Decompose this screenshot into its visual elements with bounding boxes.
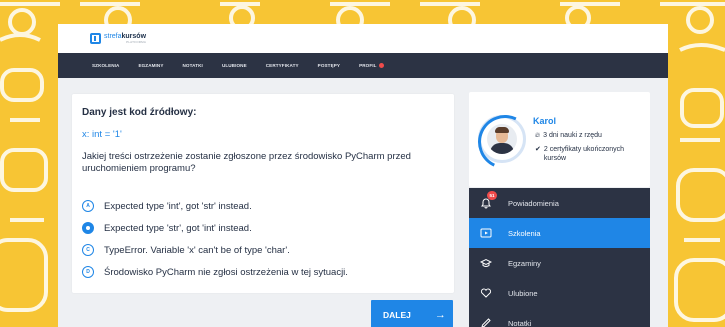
notification-dot bbox=[378, 63, 384, 69]
menu-label-szkolenia: Szkolenia bbox=[508, 228, 541, 238]
nav-item-certyfikaty[interactable]: CERTYFIKATY bbox=[266, 63, 299, 68]
answer-text-a: Expected type 'int', got 'str' instead. bbox=[104, 200, 252, 212]
certs-text: 2 certyfikaty ukończonych kursów bbox=[543, 146, 625, 162]
nav-item-szkolenia[interactable]: SZKOLENIA bbox=[92, 63, 119, 68]
side-menu: 51 Powiadomienia Szkolenia Egzaminy Ulub… bbox=[469, 188, 650, 327]
top-bar: strefakursów PLATFORMA bbox=[58, 24, 668, 53]
notification-badge: 51 bbox=[487, 191, 497, 200]
menu-label-notatki: Notatki bbox=[508, 318, 532, 327]
menu-item-szkolenia[interactable]: Szkolenia bbox=[469, 218, 650, 248]
brand-subtitle: PLATFORMA bbox=[126, 40, 147, 44]
radio-b[interactable]: B bbox=[82, 222, 94, 234]
answer-text-c: TypeError. Variable 'x' can't be of type… bbox=[104, 244, 290, 256]
next-button[interactable]: DALEJ → bbox=[371, 300, 453, 327]
flame-icon: 🔥︎ bbox=[535, 132, 541, 139]
question-card: Dany jest kod źródłowy: x: int = '1' Jak… bbox=[72, 94, 454, 293]
menu-item-ulubione[interactable]: Ulubione bbox=[469, 278, 650, 308]
streak-text: 3 dni nauki z rzędu bbox=[543, 132, 602, 139]
progress-ring bbox=[478, 115, 526, 163]
check-badge-icon: ✔ bbox=[535, 146, 541, 153]
nav-item-postepy[interactable]: POSTĘPY bbox=[318, 63, 340, 68]
answer-option-b[interactable]: B Expected type 'str', got 'int' instead… bbox=[82, 222, 252, 234]
radio-d[interactable]: D bbox=[82, 266, 94, 278]
pencil-icon bbox=[479, 316, 493, 327]
radio-c[interactable]: C bbox=[82, 244, 94, 256]
profile-card: Karol 🔥︎ 3 dni nauki z rzędu ✔ 2 certyfi… bbox=[469, 92, 650, 187]
bell-icon: 51 bbox=[479, 191, 497, 210]
answer-option-d[interactable]: D Środowisko PyCharm nie zgłosi ostrzeże… bbox=[82, 266, 348, 278]
radio-a[interactable]: A bbox=[82, 200, 94, 212]
arrow-right-icon: → bbox=[434, 309, 446, 321]
menu-item-notatki[interactable]: Notatki bbox=[469, 308, 650, 327]
nav-item-profil[interactable]: PROFIL bbox=[359, 62, 384, 69]
brand-name-bold: kursów bbox=[121, 33, 147, 40]
main-nav: SZKOLENIA EGZAMINY NOTATKI ULUBIONE CERT… bbox=[58, 53, 668, 78]
brand-name-prefix: strefa bbox=[104, 33, 122, 40]
heart-icon bbox=[479, 286, 493, 300]
menu-label-powiadomienia: Powiadomienia bbox=[508, 198, 559, 208]
answer-option-c[interactable]: C TypeError. Variable 'x' can't be of ty… bbox=[82, 244, 290, 256]
certs-stat: ✔ 2 certyfikaty ukończonych kursów bbox=[535, 146, 647, 163]
menu-label-ulubione: Ulubione bbox=[508, 288, 538, 298]
question-code: x: int = '1' bbox=[82, 129, 122, 140]
avatar[interactable] bbox=[487, 124, 517, 154]
app-window: strefakursów PLATFORMA SZKOLENIA EGZAMIN… bbox=[58, 24, 668, 327]
menu-item-powiadomienia[interactable]: 51 Powiadomienia bbox=[469, 188, 650, 218]
logo-mark-icon bbox=[90, 33, 101, 44]
nav-item-profil-label: PROFIL bbox=[359, 62, 377, 68]
question-text: Jakiej treści ostrzeżenie zostanie zgłos… bbox=[82, 151, 411, 174]
video-icon bbox=[479, 226, 493, 240]
graduation-cap-icon bbox=[479, 256, 493, 270]
answer-option-a[interactable]: A Expected type 'int', got 'str' instead… bbox=[82, 200, 252, 212]
streak-stat: 🔥︎ 3 dni nauki z rzędu bbox=[535, 132, 647, 141]
answer-text-b: Expected type 'str', got 'int' instead. bbox=[104, 222, 252, 234]
menu-item-egzaminy[interactable]: Egzaminy bbox=[469, 248, 650, 278]
menu-label-egzaminy: Egzaminy bbox=[508, 258, 541, 268]
next-button-label: DALEJ bbox=[383, 310, 411, 320]
nav-item-ulubione[interactable]: ULUBIONE bbox=[222, 63, 247, 68]
answer-text-d: Środowisko PyCharm nie zgłosi ostrzeżeni… bbox=[104, 266, 348, 278]
nav-item-notatki[interactable]: NOTATKI bbox=[183, 63, 203, 68]
nav-item-egzaminy[interactable]: EGZAMINY bbox=[138, 63, 163, 68]
profile-name[interactable]: Karol bbox=[533, 116, 556, 126]
question-title: Dany jest kod źródłowy: bbox=[82, 107, 197, 118]
brand-logo[interactable]: strefakursów PLATFORMA bbox=[90, 33, 146, 44]
